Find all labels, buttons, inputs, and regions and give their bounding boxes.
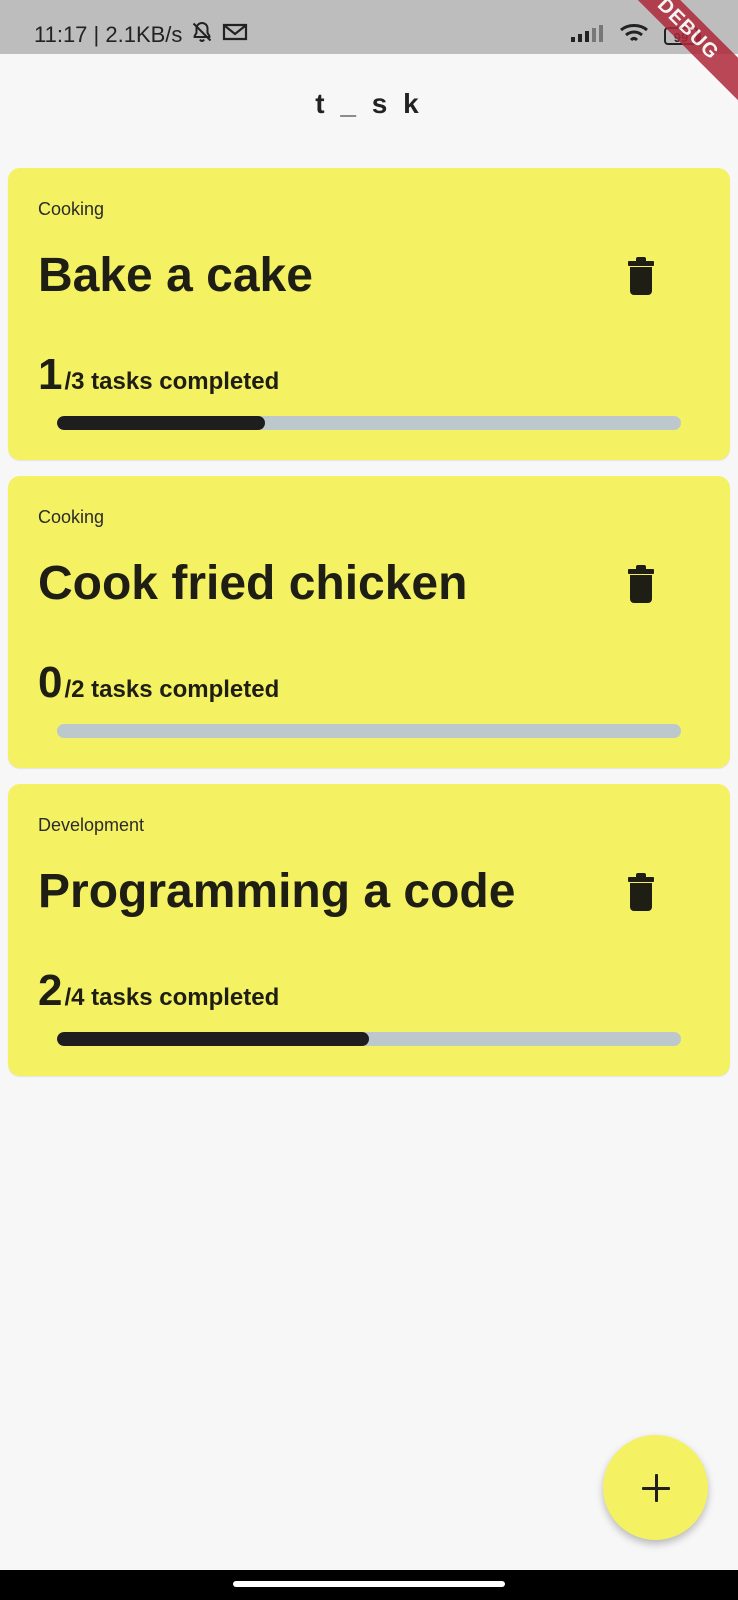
app-title: t _ s k <box>315 88 423 119</box>
trash-icon <box>627 565 655 603</box>
home-indicator[interactable] <box>233 1581 505 1587</box>
trash-icon <box>627 873 655 911</box>
trash-icon <box>627 257 655 295</box>
progress-text: 0 /2 tasks completed <box>38 661 279 705</box>
progress-fill <box>57 1032 369 1046</box>
completed-count: 2 <box>38 966 63 1015</box>
task-category: Development <box>38 815 145 835</box>
delete-task-button[interactable] <box>621 565 661 606</box>
task-title: Cook fried chicken <box>38 557 468 610</box>
task-card[interactable]: Cooking Cook fried chicken 0 /2 tasks co… <box>8 476 730 768</box>
progress-label: /2 tasks completed <box>64 676 280 703</box>
add-task-button[interactable] <box>603 1435 708 1540</box>
muted-bell-icon <box>190 20 214 50</box>
progress-bar <box>57 724 681 738</box>
signal-icon <box>570 23 604 48</box>
wifi-icon <box>618 21 650 50</box>
task-card[interactable]: Cooking Bake a cake 1 /3 tasks completed <box>8 168 730 460</box>
task-card[interactable]: Development Programming a code 2 /4 task… <box>8 784 730 1076</box>
delete-task-button[interactable] <box>621 873 661 914</box>
progress-label: /3 tasks completed <box>64 368 280 395</box>
status-bar: 11:17 | 2.1KB/s DEBUG <box>0 0 738 118</box>
completed-count: 1 <box>38 350 63 399</box>
plus-icon <box>641 1473 670 1502</box>
gesture-navigation-bar <box>0 1570 738 1600</box>
progress-label: /4 tasks completed <box>64 984 280 1011</box>
time-speed-text: 11:17 | 2.1KB/s <box>34 22 183 47</box>
task-list: Cooking Bake a cake 1 /3 tasks completed… <box>8 168 730 1092</box>
progress-text: 2 /4 tasks completed <box>38 969 279 1013</box>
progress-bar <box>57 416 681 430</box>
delete-task-button[interactable] <box>621 257 661 298</box>
task-category: Cooking <box>38 507 105 527</box>
mail-icon <box>222 21 248 49</box>
progress-fill <box>57 416 265 430</box>
progress-text: 1 /3 tasks completed <box>38 353 279 397</box>
task-title: Programming a code <box>38 865 516 918</box>
task-category: Cooking <box>38 199 105 219</box>
status-left: 11:17 | 2.1KB/s <box>34 20 248 50</box>
progress-bar <box>57 1032 681 1046</box>
task-title: Bake a cake <box>38 249 313 302</box>
completed-count: 0 <box>38 658 63 707</box>
